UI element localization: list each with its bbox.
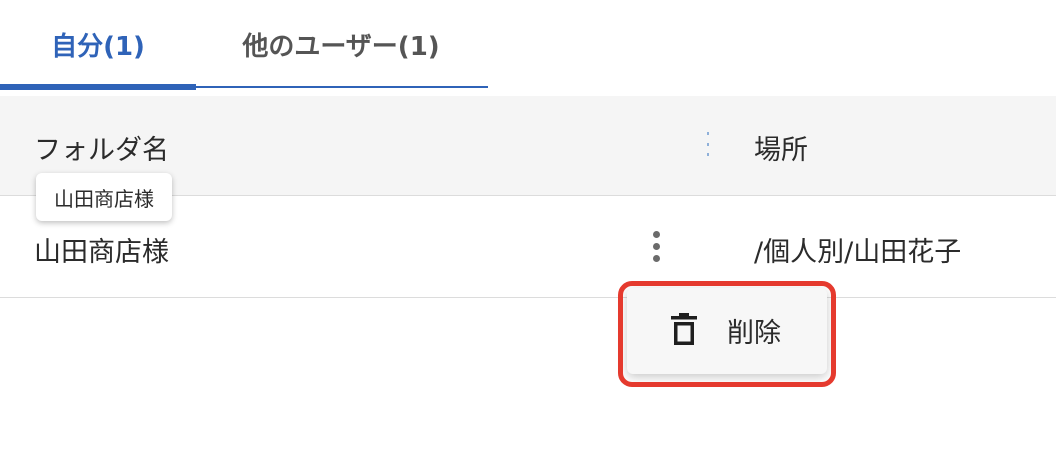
menu-highlight-box [618,281,836,387]
row-actions-menu-icon[interactable] [640,224,672,268]
column-header-location[interactable]: 場所 [754,128,808,167]
tab-own[interactable]: 自分(1) [0,0,196,90]
tab-other-users[interactable]: 他のユーザー(1) [196,0,486,88]
folder-name-tooltip: 山田商店様 [36,173,172,221]
column-header-folder-name[interactable]: フォルダ名 [34,128,169,167]
folder-name-cell: 山田商店様 [34,237,169,268]
folder-tabs: 自分(1) 他のユーザー(1) [0,0,488,90]
folder-location-cell: /個人別/山田花子 [754,237,962,268]
column-resize-handle[interactable] [706,132,710,156]
